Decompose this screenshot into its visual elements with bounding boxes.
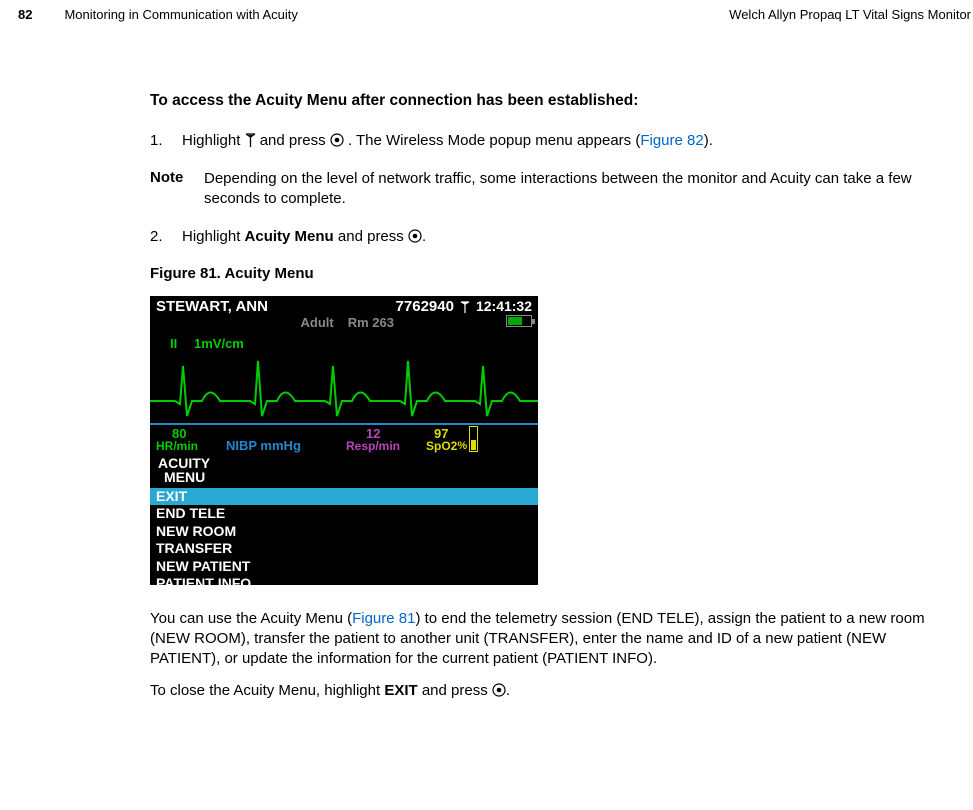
battery-icon — [506, 315, 532, 327]
step-2: 2. Highlight Acuity Menu and press . — [150, 228, 933, 247]
para2-pre: To close the Acuity Menu, highlight — [150, 682, 384, 699]
step-text: Highlight Acuity Menu and press . — [182, 228, 933, 247]
menu-item-end-tele[interactable]: END TELE — [150, 505, 538, 523]
menu-item-new-room[interactable]: NEW ROOM — [150, 523, 538, 541]
page-header: 82 Monitoring in Communication with Acui… — [0, 0, 973, 22]
note-block: Note Depending on the level of network t… — [150, 169, 933, 210]
step-number: 1. — [150, 132, 182, 151]
menu-title: ACUITY MENU — [158, 456, 210, 484]
page-number: 82 — [0, 7, 32, 22]
para2-post: . — [506, 682, 510, 699]
room-label: Rm 263 — [348, 315, 394, 330]
patient-id: 7762940 — [396, 298, 454, 315]
nibp-label: NIBP mmHg — [226, 439, 346, 452]
resp-value: 12 — [366, 427, 426, 440]
product-name: Welch Allyn Propaq LT Vital Signs Monito… — [729, 7, 973, 22]
section-heading: To access the Acuity Menu after connecti… — [150, 92, 933, 110]
wifi-icon — [460, 300, 470, 317]
figure-caption: Figure 81. Acuity Menu — [150, 265, 933, 282]
note-text: Depending on the level of network traffi… — [204, 169, 933, 210]
menu-item-transfer[interactable]: TRANSFER — [150, 540, 538, 558]
hr-value: 80 — [172, 427, 226, 440]
spo2-label: SpO2 — [426, 440, 457, 452]
menu-item-new-patient[interactable]: NEW PATIENT — [150, 558, 538, 576]
menu-items-list: EXITEND TELENEW ROOMTRANSFERNEW PATIENTP… — [150, 488, 538, 593]
menu-title-line1: ACUITY — [158, 456, 210, 470]
spo2-bar — [469, 426, 478, 452]
section-title: Monitoring in Communication with Acuity — [64, 7, 297, 22]
step-text: Highlight and press . The Wireless Mode … — [182, 132, 933, 151]
resp-label: Resp/min — [346, 440, 426, 452]
paragraph-1: You can use the Acuity Menu (Figure 81) … — [150, 609, 933, 670]
percent-icon: % — [457, 441, 467, 452]
step2-post: . — [422, 228, 426, 245]
page-content: To access the Acuity Menu after connecti… — [0, 92, 973, 704]
select-icon — [492, 683, 506, 703]
note-label: Note — [150, 169, 204, 210]
para1-pre: You can use the Acuity Menu ( — [150, 610, 352, 627]
step1-post: . The Wireless Mode popup menu appears ( — [348, 132, 640, 149]
menu-title-line2: MENU — [164, 470, 210, 484]
step-1: 1. Highlight and press . The Wireless Mo… — [150, 132, 933, 151]
figure-82-link[interactable]: Figure 82 — [640, 132, 703, 149]
antenna-icon — [245, 133, 256, 151]
menu-item-patient-info[interactable]: PATIENT INFO — [150, 575, 538, 593]
step2-mid: and press — [334, 228, 408, 245]
step2-pre: Highlight — [182, 228, 245, 245]
ecg-waveform — [150, 346, 538, 426]
paragraph-2: To close the Acuity Menu, highlight EXIT… — [150, 681, 933, 703]
select-icon — [330, 133, 344, 151]
spo2-value: 97 — [434, 427, 457, 440]
menu-item-exit[interactable]: EXIT — [150, 488, 538, 506]
monitor-screenshot: STEWART, ANN 7762940 Adult Rm 263 12:41:… — [150, 296, 538, 585]
patient-mode: Adult — [300, 315, 333, 330]
clock: 12:41:32 — [476, 298, 532, 314]
step1-mid: and press — [260, 132, 330, 149]
step1-pre: Highlight — [182, 132, 245, 149]
patient-name: STEWART, ANN — [156, 298, 268, 315]
para2-mid: and press — [418, 682, 492, 699]
figure-81-link[interactable]: Figure 81 — [352, 610, 415, 627]
step2-bold: Acuity Menu — [245, 228, 334, 245]
select-icon — [408, 229, 422, 247]
step1-close: ). — [704, 132, 713, 149]
hr-label: HR/min — [156, 440, 226, 452]
para2-bold: EXIT — [384, 682, 417, 699]
step-number: 2. — [150, 228, 182, 247]
